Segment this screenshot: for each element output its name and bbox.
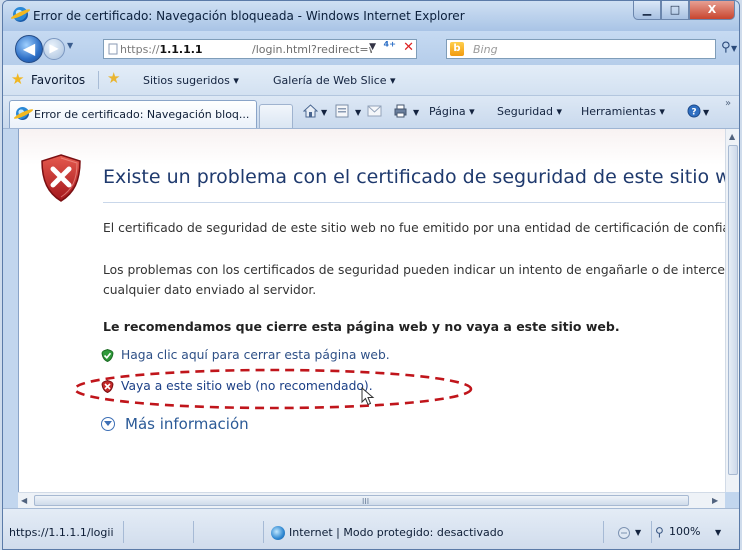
certificate-warning-line2: cualquier dato enviado al servidor. [103, 283, 317, 297]
address-url[interactable]: https://1.1.1.1 [120, 43, 203, 56]
bing-icon: b [450, 42, 464, 56]
favorites-bar: ★ Favoritos ★ Sitios sugeridos ▾ Galería… [3, 65, 739, 96]
mouse-pointer-icon [361, 387, 375, 406]
horizontal-scrollbar[interactable]: ◀ III ▶ [18, 492, 725, 508]
scroll-right-icon[interactable]: ▶ [712, 496, 718, 505]
address-dropdown-icon[interactable]: ▼ [369, 42, 376, 52]
scroll-up-icon[interactable]: ▲ [729, 132, 735, 141]
home-icon[interactable] [303, 104, 318, 118]
command-overflow-icon[interactable]: » [725, 98, 731, 109]
certificate-warning: Los problemas con los certificados de se… [103, 260, 725, 300]
pop-up-blocker-icon[interactable] [617, 526, 631, 540]
maximize-button[interactable]: □ [661, 1, 689, 20]
vertical-scroll-thumb[interactable] [728, 145, 738, 475]
favorites-button[interactable]: Favoritos [31, 73, 85, 87]
print-dropdown-icon[interactable]: ▼ [413, 108, 419, 117]
zoom-icon[interactable]: ⚲ [655, 525, 664, 539]
divider [603, 521, 604, 543]
divider [263, 521, 264, 543]
status-url: https://1.1.1.1/logii [9, 526, 114, 539]
search-icon[interactable]: ⚲ [721, 40, 731, 55]
horizontal-scroll-thumb[interactable]: III [34, 495, 689, 506]
web-slice-gallery-menu[interactable]: Galería de Web Slice ▾ [273, 74, 396, 87]
divider [193, 521, 194, 543]
zoom-level[interactable]: 100% [669, 525, 700, 538]
forward-button[interactable]: ▶ [43, 38, 65, 60]
window-controls: ▁ □ X [633, 1, 735, 21]
status-dropdown-icon[interactable]: ▼ [635, 528, 641, 537]
security-menu[interactable]: Seguridad ▾ [497, 105, 562, 118]
error-heading: Existe un problema con el certificado de… [103, 166, 725, 188]
tab-title: Error de certificado: Navegación bloq... [34, 108, 250, 121]
stop-icon[interactable]: ✕ [403, 40, 414, 55]
feeds-dropdown-icon[interactable]: ▼ [355, 108, 361, 117]
help-dropdown-icon[interactable]: ▼ [703, 108, 709, 117]
close-button[interactable]: X [689, 1, 735, 20]
search-options-dropdown-icon[interactable]: ▼ [731, 44, 737, 53]
browser-window: Error de certificado: Navegación bloquea… [2, 0, 740, 550]
green-shield-check-icon [101, 349, 114, 362]
page-icon [108, 43, 118, 55]
refresh-icon[interactable]: ⁴⁺ [383, 40, 396, 55]
tab-current[interactable]: Error de certificado: Navegación bloq... [9, 100, 257, 128]
add-favorites-icon[interactable]: ★ [107, 69, 120, 87]
title-bar: Error de certificado: Navegación bloquea… [3, 1, 739, 31]
scroll-grip-icon: III [362, 497, 370, 506]
expand-chevron-icon[interactable] [101, 417, 115, 431]
page-content: Existe un problema con el certificado de… [18, 129, 725, 492]
more-info-label[interactable]: Más información [125, 415, 249, 433]
heading-divider [103, 202, 725, 203]
vertical-scrollbar[interactable]: ▲ [725, 129, 739, 492]
divider [98, 71, 99, 89]
help-icon[interactable]: ? [687, 104, 702, 118]
search-placeholder: Bing [473, 43, 498, 56]
shield-error-icon [41, 154, 81, 202]
svg-text:?: ? [691, 108, 696, 118]
certificate-explanation: El certificado de seguridad de este siti… [103, 221, 725, 235]
tab-command-bar: Error de certificado: Navegación bloq...… [3, 96, 739, 129]
search-input[interactable]: b Bing [446, 39, 716, 59]
scroll-left-icon[interactable]: ◀ [21, 496, 27, 505]
divider [123, 521, 124, 543]
security-zone-text[interactable]: Internet | Modo protegido: desactivado [289, 526, 503, 539]
divider [651, 521, 652, 543]
print-icon[interactable] [393, 104, 408, 118]
tab-ie-icon [16, 107, 29, 120]
mail-icon[interactable] [367, 104, 382, 118]
address-bar[interactable]: https://1.1.1.1 /login.html?redirect=www… [103, 39, 417, 59]
recommendation-text: Le recomendamos que cierre esta página w… [103, 319, 620, 334]
close-page-link-text[interactable]: Haga clic aquí para cerrar esta página w… [121, 348, 390, 362]
certificate-warning-line1: Los problemas con los certificados de se… [103, 263, 725, 277]
address-url-path[interactable]: /login.html?redirect=www.upao. [252, 43, 372, 56]
home-dropdown-icon[interactable]: ▼ [321, 108, 327, 117]
suggested-sites-menu[interactable]: Sitios sugeridos ▾ [143, 74, 239, 87]
favorites-star-icon[interactable]: ★ [11, 70, 24, 88]
back-button[interactable]: ◀ [15, 35, 43, 63]
status-bar: https://1.1.1.1/logii Internet | Modo pr… [3, 508, 739, 549]
recent-pages-dropdown-icon[interactable]: ▼ [67, 41, 73, 50]
page-menu[interactable]: Página ▾ [429, 105, 475, 118]
new-tab-button[interactable] [259, 104, 293, 128]
tools-menu[interactable]: Herramientas ▾ [581, 105, 665, 118]
feeds-icon[interactable] [335, 104, 350, 118]
window-title: Error de certificado: Navegación bloquea… [33, 9, 465, 23]
zoom-dropdown-icon[interactable]: ▼ [715, 528, 721, 537]
navigation-bar: ◀ ▶ ▼ https://1.1.1.1 /login.html?redire… [3, 31, 739, 65]
ie-logo-icon [13, 7, 28, 22]
highlight-ellipse [73, 368, 473, 410]
internet-zone-globe-icon [271, 526, 285, 540]
minimize-button[interactable]: ▁ [633, 1, 661, 20]
